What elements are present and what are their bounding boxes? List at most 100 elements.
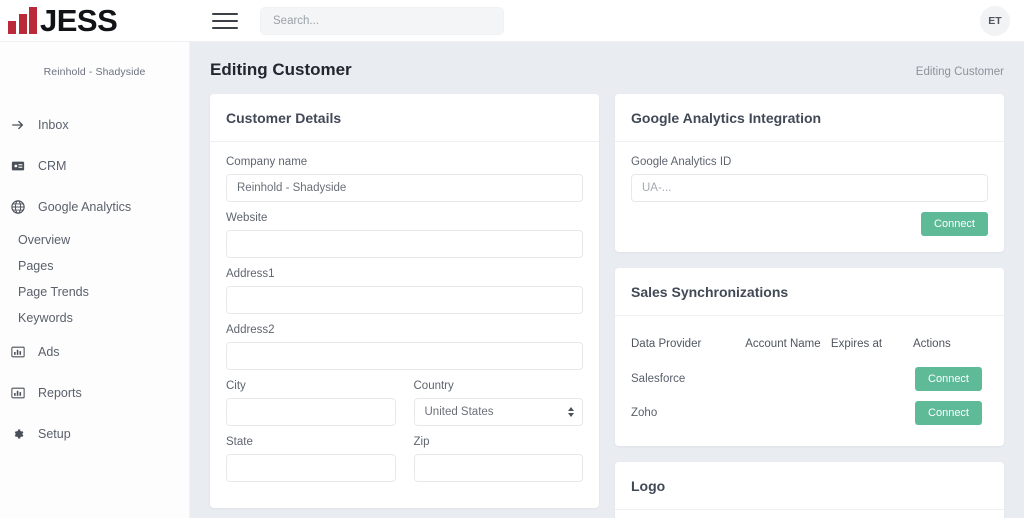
logo-card: Logo — [615, 462, 1004, 518]
country-select-wrap — [413, 398, 583, 426]
avatar[interactable]: ET — [980, 5, 1010, 36]
sidebar-item-inbox[interactable]: Inbox — [0, 104, 189, 145]
logo-body — [615, 510, 1004, 518]
sidebar-subitem-keywords[interactable]: Keywords — [0, 305, 189, 331]
zoho-connect-button[interactable]: Connect — [915, 401, 982, 425]
sidebar-item-setup[interactable]: Setup — [0, 413, 189, 454]
column-header-actions: Actions — [913, 338, 951, 350]
customer-details-card: Customer Details Company name Website — [210, 94, 599, 508]
city-label: City — [226, 380, 246, 392]
sidebar-nav: Inbox CRM Google Analytics Overview Page… — [0, 104, 189, 454]
column-header-data-provider: Data Provider — [631, 338, 702, 350]
country-label: Country — [413, 380, 454, 392]
google-analytics-heading: Google Analytics Integration — [615, 94, 1004, 142]
sidebar-subitem-label: Pages — [18, 259, 54, 273]
sidebar-subitem-pages[interactable]: Pages — [0, 253, 189, 279]
cell-account-name — [745, 362, 831, 396]
sidebar-subitem-label: Page Trends — [18, 285, 89, 299]
content-columns: Customer Details Company name Website — [210, 94, 1004, 518]
ga-id-input[interactable] — [631, 174, 988, 202]
sales-sync-table: Data Provider Account Name Expires at Ac… — [631, 330, 988, 430]
cell-provider: Salesforce — [631, 373, 686, 385]
cell-actions: Connect — [913, 396, 988, 430]
field-ga-id: Google Analytics ID — [631, 156, 988, 202]
top-bar: JESS ET — [0, 0, 1024, 42]
sidebar-item-label: Inbox — [38, 117, 69, 132]
table-row: Salesforce Connect — [631, 362, 988, 396]
field-state: State — [226, 436, 396, 482]
table-row: Zoho Connect — [631, 396, 988, 430]
google-analytics-card: Google Analytics Integration Google Anal… — [615, 94, 1004, 252]
page-title: Editing Customer — [210, 60, 352, 79]
state-label: State — [226, 436, 253, 448]
sidebar-item-label: Ads — [38, 344, 60, 359]
bar-chart-logo-icon — [8, 6, 37, 34]
field-address1: Address1 — [226, 268, 583, 314]
ga-id-label: Google Analytics ID — [631, 156, 732, 168]
ga-connect-button[interactable]: Connect — [921, 212, 988, 236]
cell-account-name — [745, 396, 831, 430]
state-zip-row: State Zip — [226, 436, 583, 492]
sales-sync-thead: Data Provider Account Name Expires at Ac… — [631, 330, 988, 362]
google-analytics-body: Google Analytics ID Connect — [615, 142, 1004, 252]
sidebar-item-label: Setup — [38, 426, 71, 441]
main-content: Editing Customer Editing Customer Custom… — [190, 42, 1024, 518]
sidebar-subitem-label: Overview — [18, 233, 71, 247]
table-header-row: Data Provider Account Name Expires at Ac… — [631, 330, 988, 362]
search-container — [260, 6, 504, 35]
company-name-label: Company name — [226, 156, 308, 168]
country-select[interactable] — [413, 398, 583, 426]
logo-heading: Logo — [615, 462, 1004, 510]
sales-sync-heading: Sales Synchronizations — [615, 268, 1004, 316]
body-row: Reinhold - Shadyside Inbox CRM Google An… — [0, 42, 1024, 518]
field-country: Country — [413, 380, 583, 426]
address2-input[interactable] — [226, 342, 583, 370]
right-column: Google Analytics Integration Google Anal… — [615, 94, 1004, 518]
sidebar-item-reports[interactable]: Reports — [0, 372, 189, 413]
address1-label: Address1 — [226, 268, 275, 280]
field-address2: Address2 — [226, 324, 583, 370]
customer-details-heading: Customer Details — [210, 94, 599, 142]
sidebar-account-title: Reinhold - Shadyside — [43, 66, 146, 78]
website-label: Website — [226, 212, 268, 224]
bar-chart-icon — [10, 344, 25, 359]
breadcrumb: Editing Customer — [915, 66, 1004, 78]
city-country-row: City Country — [226, 380, 583, 436]
cell-expires-at — [831, 362, 913, 396]
brand-logo[interactable]: JESS — [0, 0, 190, 42]
id-card-icon — [10, 158, 25, 173]
brand-name: JESS — [40, 3, 118, 38]
sidebar-item-label: Reports — [38, 385, 82, 400]
field-company-name: Company name — [226, 156, 583, 202]
salesforce-connect-button[interactable]: Connect — [915, 367, 982, 391]
sidebar-item-crm[interactable]: CRM — [0, 145, 189, 186]
sidebar-item-ads[interactable]: Ads — [0, 331, 189, 372]
cell-expires-at — [831, 396, 913, 430]
gear-icon — [10, 426, 25, 441]
customer-details-body: Company name Website Address1 — [210, 142, 599, 508]
zip-input[interactable] — [413, 454, 583, 482]
sidebar-subitem-page-trends[interactable]: Page Trends — [0, 279, 189, 305]
sales-sync-body: Data Provider Account Name Expires at Ac… — [615, 316, 1004, 446]
state-input[interactable] — [226, 454, 396, 482]
cell-provider: Zoho — [631, 407, 658, 419]
globe-icon — [10, 199, 25, 214]
arrow-right-icon — [10, 117, 25, 132]
city-input[interactable] — [226, 398, 396, 426]
field-city: City — [226, 380, 396, 426]
hamburger-icon[interactable] — [212, 8, 238, 34]
sidebar-subitem-overview[interactable]: Overview — [0, 227, 189, 253]
app-root: JESS ET Reinhold - Shadyside Inbox — [0, 0, 1024, 518]
sales-sync-card: Sales Synchronizations Data Provider Acc… — [615, 268, 1004, 446]
sales-sync-tbody: Salesforce Connect Zoho Connect — [631, 362, 988, 430]
column-header-account-name: Account Name — [745, 338, 821, 350]
page-header: Editing Customer Editing Customer — [210, 42, 1004, 94]
ga-actions: Connect — [631, 212, 988, 236]
company-name-input[interactable] — [226, 174, 583, 202]
sidebar-item-google-analytics[interactable]: Google Analytics — [0, 186, 189, 227]
search-input[interactable] — [260, 6, 504, 35]
website-input[interactable] — [226, 230, 583, 258]
address1-input[interactable] — [226, 286, 583, 314]
field-zip: Zip — [413, 436, 583, 482]
sidebar-subitem-label: Keywords — [18, 311, 73, 325]
